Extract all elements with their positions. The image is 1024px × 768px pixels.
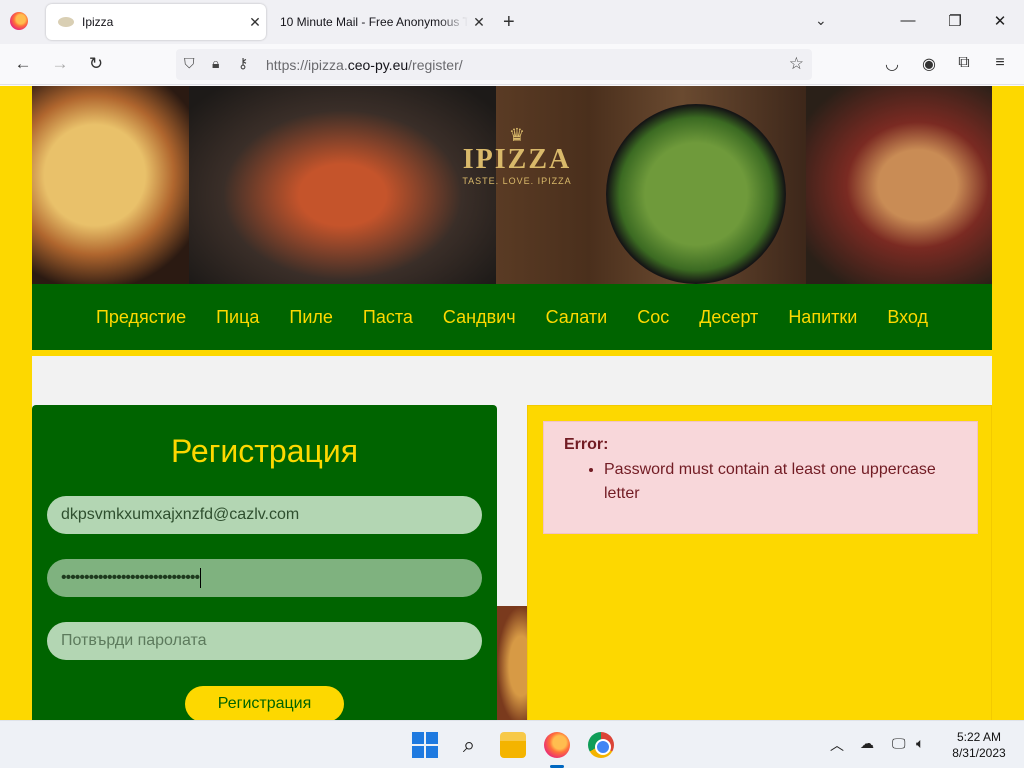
taskbar: ⌕ ︿ ☁ 🖵︎ 🔈︎ 5:22 AM 8/31/2023 [0,720,1024,768]
pizza-image [32,86,189,284]
logo-crown-icon: ♛ [508,125,526,145]
list-all-tabs-icon[interactable]: ⌄ [815,12,827,29]
volume-icon[interactable]: 🔈︎ [916,735,924,752]
divider [32,350,992,356]
clock[interactable]: 5:22 AM 8/31/2023 [944,729,1014,761]
menu-item[interactable]: Сос [622,307,684,328]
error-heading: Error: [564,436,609,453]
navigation-toolbar: ← → ↻ ⛉ 🔒︎ ⚷ https://ipizza.ceo-py.eu/re… [0,44,1024,85]
logo-tagline: TASTE. LOVE. IPIZZA [462,176,572,186]
menu-item[interactable]: Напитки [773,307,872,328]
account-icon[interactable]: ◉ [918,54,940,74]
ipizza-favicon-icon [58,17,74,27]
menu-item[interactable]: Салати [531,307,623,328]
menu-item[interactable]: Паста [348,307,428,328]
error-alert: Error: Password must contain at least on… [543,421,978,534]
key-icon[interactable]: ⚷ [238,55,248,72]
error-panel: Error: Password must contain at least on… [527,405,992,720]
clock-time: 5:22 AM [956,730,1002,744]
menu-item[interactable]: Десерт [684,307,773,328]
cloud-offline-icon[interactable]: ☁ [860,735,874,752]
bookmark-star-icon[interactable]: ☆ [789,54,804,74]
firefox-icon[interactable] [10,12,28,30]
page-viewport: ♛ IPIZZA TASTE. LOVE. IPIZZA Предястие П… [0,86,1024,720]
password-field[interactable]: •••••••••••••••••••••••••••••• [47,559,482,597]
new-tab-icon[interactable]: + [503,10,515,34]
menu-item[interactable]: Пиле [274,307,348,328]
chrome-icon[interactable] [588,732,614,758]
error-list: Password must contain at least one upper… [564,458,957,506]
tab-title: 10 Minute Mail - Free Anonymous T [280,15,468,29]
pocket-icon[interactable]: ◡ [881,54,903,74]
site-logo[interactable]: ♛ IPIZZA TASTE. LOVE. IPIZZA [432,126,602,186]
forward-icon[interactable]: → [49,54,71,74]
windows-start-icon[interactable] [412,732,438,758]
form-title: Регистрация [170,433,359,469]
show-hidden-icons-icon[interactable]: ︿ [830,735,844,755]
reload-icon[interactable]: ↻ [85,54,107,74]
clock-date: 8/31/2023 [952,746,1006,760]
main-menu: Предястие Пица Пиле Паста Сандвич Салати… [32,284,992,350]
background-food-image [497,606,527,720]
lock-icon[interactable]: 🔒︎ [212,55,219,72]
minimize-icon[interactable]: — [898,12,918,29]
confirm-password-field[interactable]: Потвърди паролата [47,622,482,660]
menu-icon[interactable]: ≡ [989,54,1011,72]
menu-item[interactable]: Предястие [81,307,201,328]
menu-item[interactable]: Пица [201,307,274,328]
tab-ipizza[interactable]: Ipizza ✕ [46,4,266,40]
tab-10minutemail[interactable]: 10 Minute Mail - Free Anonymous T ✕ [270,4,490,40]
back-icon[interactable]: ← [12,54,34,74]
close-tab-icon[interactable]: ✕ [468,14,490,31]
error-message: Password must contain at least one upper… [604,458,957,506]
email-field[interactable]: dkpsvmkxumxajxnzfd@cazlv.com [47,496,482,534]
register-button[interactable]: Регистрация [185,686,344,720]
window-close-icon[interactable]: ✕ [990,12,1010,30]
close-tab-icon[interactable]: ✕ [244,14,266,31]
maximize-icon[interactable]: ❐ [945,12,965,30]
tab-title: Ipizza [82,15,114,29]
menu-item[interactable]: Сандвич [428,307,531,328]
network-icon[interactable]: 🖵︎ [892,735,906,752]
search-icon[interactable]: ⌕ [456,732,482,758]
logo-brand: IPIZZA [462,144,572,175]
site-container: ♛ IPIZZA TASTE. LOVE. IPIZZA Предястие П… [32,86,992,720]
address-bar[interactable]: ⛉ 🔒︎ ⚷ https://ipizza.ceo-py.eu/register… [176,49,812,80]
registration-form: Регистрация dkpsvmkxumxajxnzfd@cazlv.com… [32,405,497,720]
sandwich-image [806,86,992,284]
tab-strip: Ipizza ✕ 10 Minute Mail - Free Anonymous… [0,0,1024,44]
firefox-taskbar-icon[interactable] [544,732,570,758]
shield-icon[interactable]: ⛉ [184,55,195,72]
url-text[interactable]: https://ipizza.ceo-py.eu/register/ [266,57,463,73]
menu-item-login[interactable]: Вход [872,307,943,328]
file-explorer-icon[interactable] [500,732,526,758]
extensions-icon[interactable]: ⧉ [953,54,975,72]
